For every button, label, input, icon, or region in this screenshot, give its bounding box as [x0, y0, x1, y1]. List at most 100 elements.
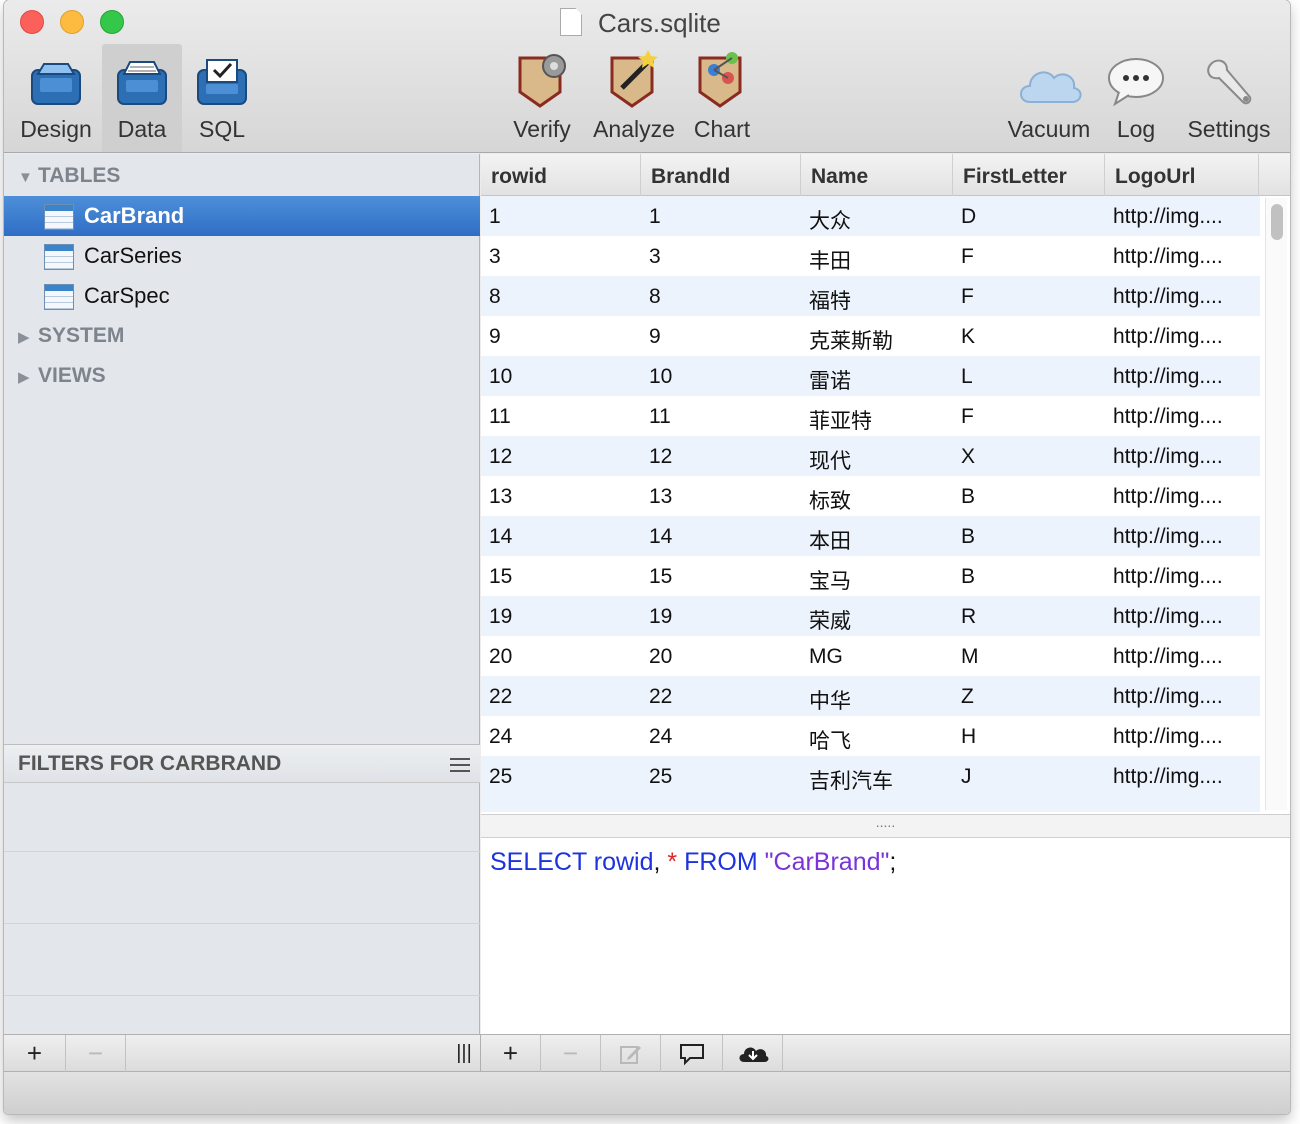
table-cell-brandid[interactable]: 15	[649, 565, 672, 589]
table-cell-logourl[interactable]: http://img....	[1113, 405, 1223, 429]
table-cell-name[interactable]: 菲亚特	[809, 405, 872, 435]
add-filter-button[interactable]: +	[4, 1035, 66, 1072]
table-cell-logourl[interactable]: http://img....	[1113, 245, 1223, 269]
table-row[interactable]: 15 15 宝马 Bhttp://img....	[481, 556, 1260, 596]
table-cell-name[interactable]: 大众	[809, 205, 851, 235]
disclosure-closed-icon[interactable]: ▶	[18, 368, 38, 386]
column-header-brandid[interactable]: BrandId	[641, 154, 801, 196]
table-cell-brandid[interactable]: 10	[649, 365, 672, 389]
table-cell-name[interactable]: 丰田	[809, 245, 851, 275]
table-cell-name[interactable]: 荣威	[809, 605, 851, 635]
vacuum-button[interactable]: Vacuum	[1004, 44, 1094, 152]
table-cell-logourl[interactable]: http://img....	[1113, 765, 1223, 789]
table-cell-logourl[interactable]: http://img....	[1113, 365, 1223, 389]
table-cell-logourl[interactable]: http://img....	[1113, 285, 1223, 309]
comment-button[interactable]	[661, 1035, 723, 1072]
sql-editor[interactable]: SELECT rowid, * FROM "CarBrand";	[481, 838, 1290, 1034]
close-window-button[interactable]	[20, 10, 44, 34]
table-cell-rowid[interactable]: 22	[489, 685, 512, 709]
edit-row-button[interactable]	[601, 1035, 661, 1072]
table-row[interactable]: 3 3 丰田 Fhttp://img....	[481, 236, 1260, 276]
sidebar-item-carseries[interactable]: CarSeries	[4, 236, 480, 276]
table-cell-rowid[interactable]: 3	[489, 245, 501, 269]
table-row[interactable]: 13 13 标致 Bhttp://img....	[481, 476, 1260, 516]
sidebar-item-carspec[interactable]: CarSpec	[4, 276, 480, 316]
column-header-name[interactable]: Name	[801, 154, 953, 196]
table-cell-name[interactable]: 本田	[809, 525, 851, 555]
table-row[interactable]: 20 20 MG Mhttp://img....	[481, 636, 1260, 676]
table-cell-name[interactable]: 克莱斯勒	[809, 325, 893, 355]
table-cell-name[interactable]: MG	[809, 645, 843, 669]
table-row[interactable]: 14 14 本田 Bhttp://img....	[481, 516, 1260, 556]
table-cell-logourl[interactable]: http://img....	[1113, 525, 1223, 549]
table-cell-firstletter[interactable]: D	[961, 205, 976, 229]
table-cell-firstletter[interactable]: J	[961, 765, 972, 789]
table-cell-rowid[interactable]: 24	[489, 725, 512, 749]
sidebar-item-carbrand[interactable]: CarBrand	[4, 196, 480, 236]
table-cell-firstletter[interactable]: F	[961, 285, 974, 309]
table-row[interactable]: 9 9 克莱斯勒 Khttp://img....	[481, 316, 1260, 356]
table-cell-name[interactable]: 吉利汽车	[809, 765, 893, 795]
table-cell-rowid[interactable]: 25	[489, 765, 512, 789]
table-cell-firstletter[interactable]: B	[961, 565, 975, 589]
table-cell-rowid[interactable]: 8	[489, 285, 501, 309]
cloud-download-button[interactable]	[723, 1035, 783, 1072]
table-cell-firstletter[interactable]: X	[961, 445, 975, 469]
table-cell-brandid[interactable]: 1	[649, 205, 661, 229]
column-header-rowid[interactable]: rowid	[481, 154, 641, 196]
table-row[interactable]: 24 24 哈飞 Hhttp://img....	[481, 716, 1260, 756]
table-cell-logourl[interactable]: http://img....	[1113, 325, 1223, 349]
scrollbar-thumb[interactable]	[1271, 204, 1283, 240]
table-cell-rowid[interactable]: 14	[489, 525, 512, 549]
log-button[interactable]: Log	[1102, 44, 1170, 152]
table-row[interactable]: 10 10 雷诺 Lhttp://img....	[481, 356, 1260, 396]
table-cell-brandid[interactable]: 14	[649, 525, 672, 549]
table-cell-name[interactable]: 雷诺	[809, 365, 851, 395]
table-row[interactable]: 12 12 现代 Xhttp://img....	[481, 436, 1260, 476]
table-cell-logourl[interactable]: http://img....	[1113, 725, 1223, 749]
settings-button[interactable]: Settings	[1184, 44, 1274, 152]
table-cell-name[interactable]: 现代	[809, 445, 851, 475]
table-row[interactable]: 19 19 荣威 Rhttp://img....	[481, 596, 1260, 636]
table-row[interactable]: 22 22 中华 Zhttp://img....	[481, 676, 1260, 716]
column-header-firstletter[interactable]: FirstLetter	[953, 154, 1105, 196]
table-cell-brandid[interactable]: 20	[649, 645, 672, 669]
table-cell-logourl[interactable]: http://img....	[1113, 605, 1223, 629]
table-cell-firstletter[interactable]: Z	[961, 685, 974, 709]
zoom-window-button[interactable]	[100, 10, 124, 34]
table-cell-logourl[interactable]: http://img....	[1113, 205, 1223, 229]
table-cell-logourl[interactable]: http://img....	[1113, 485, 1223, 509]
table-cell-brandid[interactable]: 13	[649, 485, 672, 509]
table-cell-firstletter[interactable]: B	[961, 485, 975, 509]
add-row-button[interactable]: +	[481, 1035, 541, 1072]
views-section-header[interactable]: ▶ VIEWS	[18, 364, 106, 388]
table-cell-logourl[interactable]: http://img....	[1113, 645, 1223, 669]
table-cell-brandid[interactable]: 22	[649, 685, 672, 709]
table-cell-rowid[interactable]: 12	[489, 445, 512, 469]
verify-button[interactable]: Verify	[504, 44, 580, 152]
table-cell-name[interactable]: 标致	[809, 485, 851, 515]
table-cell-rowid[interactable]: 20	[489, 645, 512, 669]
table-row[interactable]: 25 25 吉利汽车 Jhttp://img....	[481, 756, 1260, 796]
table-row[interactable]: 8 8 福特 Fhttp://img....	[481, 276, 1260, 316]
table-cell-firstletter[interactable]: K	[961, 325, 975, 349]
table-cell-brandid[interactable]: 12	[649, 445, 672, 469]
disclosure-open-icon[interactable]: ▼	[18, 169, 38, 186]
disclosure-closed-icon[interactable]: ▶	[18, 328, 38, 346]
data-button[interactable]: Data	[102, 44, 182, 152]
menu-icon[interactable]	[450, 758, 470, 772]
table-cell-rowid[interactable]: 11	[489, 405, 511, 429]
analyze-button[interactable]: Analyze	[590, 44, 678, 152]
table-cell-brandid[interactable]: 19	[649, 605, 672, 629]
table-cell-rowid[interactable]: 15	[489, 565, 512, 589]
table-cell-rowid[interactable]: 13	[489, 485, 512, 509]
table-cell-name[interactable]: 中华	[809, 685, 851, 715]
tables-section-header[interactable]: ▼ TABLES	[18, 164, 120, 188]
table-cell-firstletter[interactable]: R	[961, 605, 976, 629]
table-cell-logourl[interactable]: http://img....	[1113, 685, 1223, 709]
table-cell-rowid[interactable]: 1	[489, 205, 501, 229]
table-cell-rowid[interactable]: 19	[489, 605, 512, 629]
table-cell-rowid[interactable]: 9	[489, 325, 501, 349]
table-cell-brandid[interactable]: 24	[649, 725, 672, 749]
table-cell-logourl[interactable]: http://img....	[1113, 445, 1223, 469]
